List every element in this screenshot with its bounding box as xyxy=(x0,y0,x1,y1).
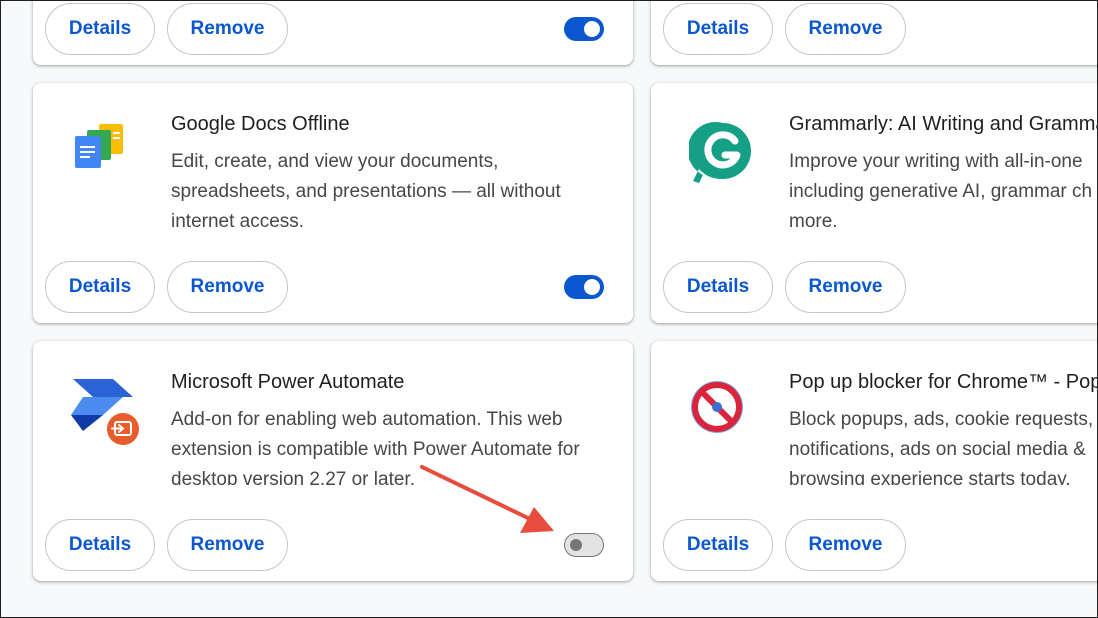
details-button[interactable]: Details xyxy=(663,3,773,55)
extension-description: Edit, create, and view your documents, s… xyxy=(171,151,561,232)
power-automate-icon xyxy=(71,379,139,447)
extension-card-grammarly: Grammarly: AI Writing and Gramma Improve… xyxy=(651,83,1098,323)
enable-toggle[interactable] xyxy=(564,17,604,41)
remove-button[interactable]: Remove xyxy=(785,519,906,571)
extension-name: Pop up blocker for Chrome™ - Pope xyxy=(789,371,1098,393)
enable-toggle[interactable] xyxy=(564,275,604,299)
extension-card-top-right: Details Remove xyxy=(651,0,1098,65)
extension-card-popup-blocker: Pop up blocker for Chrome™ - Pope Block … xyxy=(651,341,1098,581)
description-line: including generative AI, grammar ch xyxy=(789,181,1093,202)
extension-name: Google Docs Offline xyxy=(171,113,350,135)
details-button[interactable]: Details xyxy=(45,261,155,313)
extension-description: Block popups, ads, cookie requests, noti… xyxy=(789,405,1098,485)
remove-button[interactable]: Remove xyxy=(785,261,906,313)
description-line: more. xyxy=(789,211,838,232)
description-line: browsing experience starts today. xyxy=(789,469,1071,485)
details-button[interactable]: Details xyxy=(663,261,773,313)
extension-name: Grammarly: AI Writing and Gramma xyxy=(789,113,1098,135)
remove-button[interactable]: Remove xyxy=(167,3,288,55)
extension-description: Improve your writing with all-in-one inc… xyxy=(789,147,1098,237)
remove-button[interactable]: Remove xyxy=(167,519,288,571)
grammarly-icon xyxy=(687,121,757,189)
details-button[interactable]: Details xyxy=(45,3,155,55)
description-line: Improve your writing with all-in-one xyxy=(789,151,1083,172)
extension-name: Microsoft Power Automate xyxy=(171,371,405,393)
details-button[interactable]: Details xyxy=(45,519,155,571)
extension-card-google-docs-offline: Google Docs Offline Edit, create, and vi… xyxy=(33,83,633,323)
description-line: notifications, ads on social media & xyxy=(789,439,1086,460)
remove-button[interactable]: Remove xyxy=(167,261,288,313)
popup-blocker-icon xyxy=(689,379,757,447)
remove-button[interactable]: Remove xyxy=(785,3,906,55)
details-button[interactable]: Details xyxy=(663,519,773,571)
description-line: Block popups, ads, cookie requests, xyxy=(789,409,1094,430)
annotation-arrow-icon xyxy=(420,465,554,533)
extension-card-top-left: Details Remove xyxy=(33,0,633,65)
google-docs-offline-icon xyxy=(71,121,139,189)
enable-toggle[interactable] xyxy=(564,533,604,557)
